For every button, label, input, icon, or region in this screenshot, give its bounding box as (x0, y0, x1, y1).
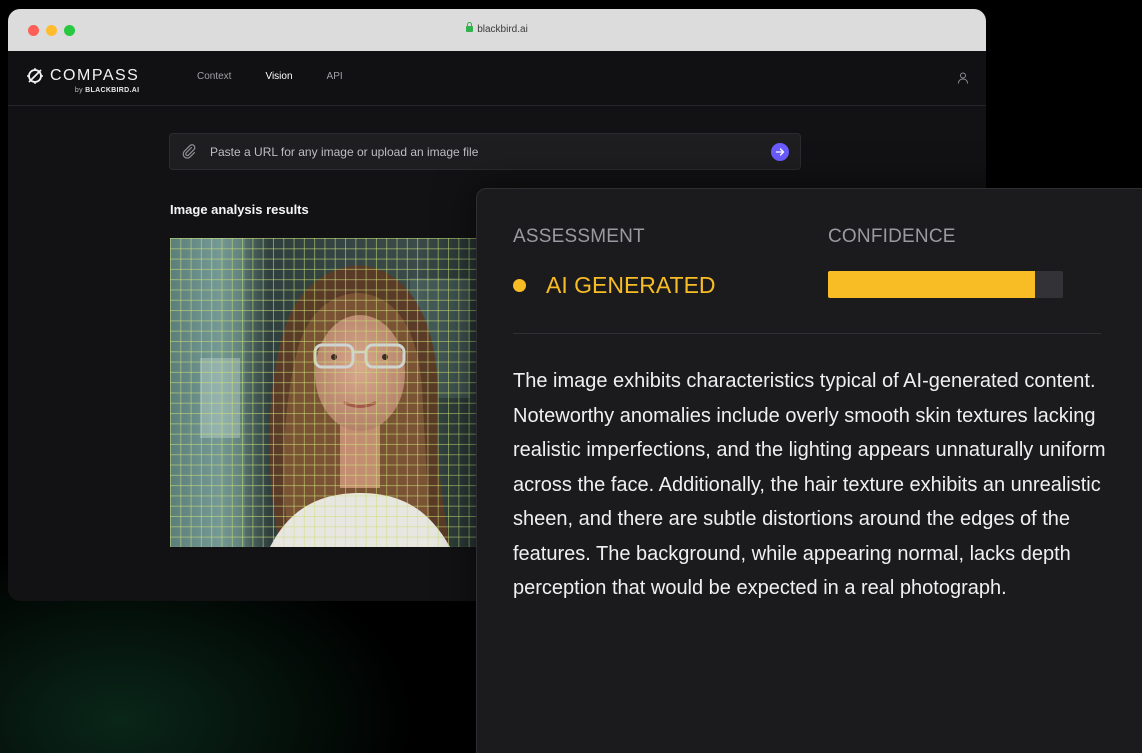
assessment-value: AI GENERATED (546, 272, 716, 298)
assessment-label: ASSESSMENT (513, 226, 645, 247)
paperclip-icon[interactable] (181, 143, 197, 159)
logo-by: by (74, 87, 83, 94)
nav-links: Context Vision API (197, 71, 343, 82)
analyzed-image (170, 238, 500, 547)
status-dot-icon (513, 279, 526, 292)
logo-brand: BLACKBIRD.AI (85, 87, 140, 94)
nav-link-vision[interactable]: Vision (265, 71, 292, 82)
assessment-status: AI GENERATED (513, 272, 716, 299)
address-bar[interactable]: blackbird.ai (8, 22, 986, 35)
confidence-label: CONFIDENCE (828, 226, 956, 247)
assessment-card: ASSESSMENT CONFIDENCE AI GENERATED The i… (476, 188, 1142, 753)
image-url-search-bar (169, 133, 801, 170)
logo-text: COMPASS (50, 67, 140, 84)
analysis-grid-overlay (170, 238, 500, 547)
arrow-right-icon (775, 148, 785, 156)
image-url-input[interactable] (208, 142, 752, 162)
divider (513, 333, 1101, 334)
assessment-description: The image exhibits characteristics typic… (513, 370, 1106, 599)
stage: blackbird.ai COMPASS by BLACKBIRD.AI Con… (0, 0, 1142, 753)
compass-logo-icon (27, 68, 43, 84)
url-text: blackbird.ai (477, 24, 528, 35)
confidence-bar-fill (828, 271, 1035, 298)
lock-icon (466, 22, 474, 32)
app-navbar: COMPASS by BLACKBIRD.AI Context Vision A… (8, 51, 986, 106)
results-heading: Image analysis results (170, 202, 309, 217)
compass-logo[interactable]: COMPASS by BLACKBIRD.AI (26, 67, 139, 94)
nav-link-context[interactable]: Context (197, 71, 231, 82)
submit-button[interactable] (771, 143, 789, 161)
confidence-bar (828, 271, 1063, 298)
browser-titlebar: blackbird.ai (8, 9, 986, 51)
nav-link-api[interactable]: API (327, 71, 343, 82)
user-icon[interactable] (956, 71, 970, 85)
